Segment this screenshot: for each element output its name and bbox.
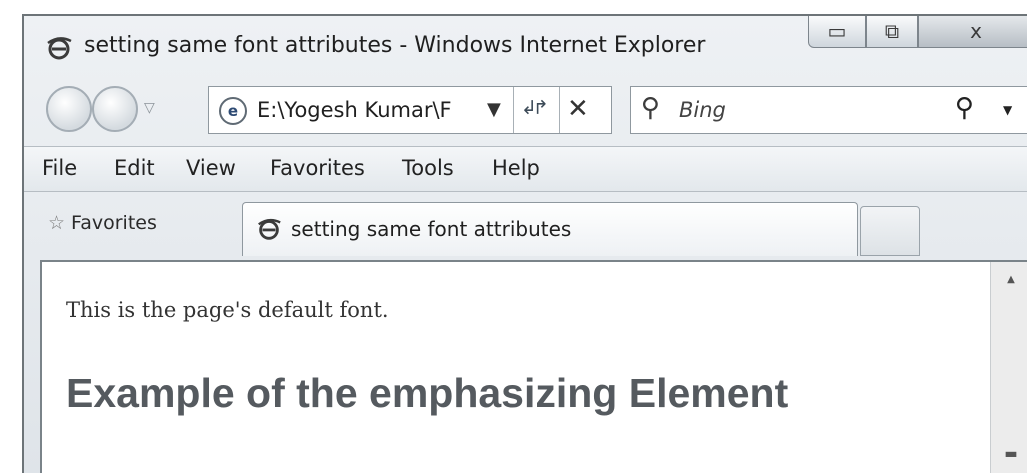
address-dropdown-icon[interactable]: ▼ xyxy=(487,99,501,120)
close-button[interactable]: x xyxy=(918,16,1027,48)
menu-view[interactable]: View xyxy=(186,156,236,180)
maximize-button[interactable]: ⧉ xyxy=(866,16,918,48)
back-button[interactable] xyxy=(46,86,92,132)
browser-window: setting same font attributes - Windows I… xyxy=(22,14,1027,473)
new-tab-button[interactable] xyxy=(860,206,920,256)
menu-tools[interactable]: Tools xyxy=(402,156,454,180)
recent-pages-chevron-icon[interactable]: ▽ xyxy=(144,100,155,116)
refresh-icon[interactable]: ↲↱ xyxy=(521,97,549,119)
navigation-bar: ▽ e E:\Yogesh Kumar\F ▼ ↲↱ ✕ ⚲ Bing ⚲ ▼ xyxy=(24,78,1027,146)
tab-title: setting same font attributes xyxy=(291,217,572,241)
search-dropdown-icon[interactable]: ▼ xyxy=(1003,103,1012,117)
search-box[interactable]: ⚲ Bing ⚲ ▼ xyxy=(630,86,1027,134)
minimize-icon: ▭ xyxy=(827,19,847,43)
scroll-up-icon[interactable]: ▲ xyxy=(991,274,1027,285)
ie-page-icon xyxy=(258,218,281,240)
menu-help[interactable]: Help xyxy=(492,156,540,180)
emphasis-heading: Example of the emphasizing Element xyxy=(66,370,789,416)
address-input[interactable]: E:\Yogesh Kumar\F xyxy=(257,98,452,122)
close-icon: x xyxy=(970,19,982,43)
window-title: setting same font attributes - Windows I… xyxy=(84,33,706,58)
tab-active[interactable]: setting same font attributes xyxy=(242,202,858,256)
menu-file[interactable]: File xyxy=(42,156,77,180)
address-divider xyxy=(559,87,560,133)
favorites-star-icon: ☆ xyxy=(48,212,66,234)
ie-icon xyxy=(47,37,72,60)
default-font-text: This is the page's default font. xyxy=(66,298,389,322)
favorites-label: Favorites xyxy=(71,212,157,234)
address-divider xyxy=(513,87,514,133)
page-icon: e xyxy=(219,97,247,125)
vertical-scrollbar[interactable]: ▲ ▬ xyxy=(990,262,1027,473)
menu-favorites[interactable]: Favorites xyxy=(270,156,365,180)
favorites-bar: ☆ Favorites setting same font attributes xyxy=(24,192,1027,260)
menu-edit[interactable]: Edit xyxy=(114,156,155,180)
menu-bar: File Edit View Favorites Tools Help xyxy=(24,146,1027,192)
search-input[interactable]: Bing xyxy=(679,98,726,122)
scroll-down-icon[interactable]: ▬ xyxy=(991,446,1027,462)
search-icon: ⚲ xyxy=(641,93,661,123)
favorites-button[interactable]: ☆ Favorites xyxy=(48,212,157,234)
stop-icon[interactable]: ✕ xyxy=(567,94,589,124)
address-bar[interactable]: e E:\Yogesh Kumar\F ▼ ↲↱ ✕ xyxy=(208,86,612,134)
search-go-icon[interactable]: ⚲ xyxy=(955,93,974,123)
forward-button[interactable] xyxy=(92,86,138,132)
page-content: This is the page's default font. Example… xyxy=(40,260,1027,473)
maximize-icon: ⧉ xyxy=(884,19,900,43)
title-bar: setting same font attributes - Windows I… xyxy=(24,16,1027,78)
minimize-button[interactable]: ▭ xyxy=(808,16,866,48)
